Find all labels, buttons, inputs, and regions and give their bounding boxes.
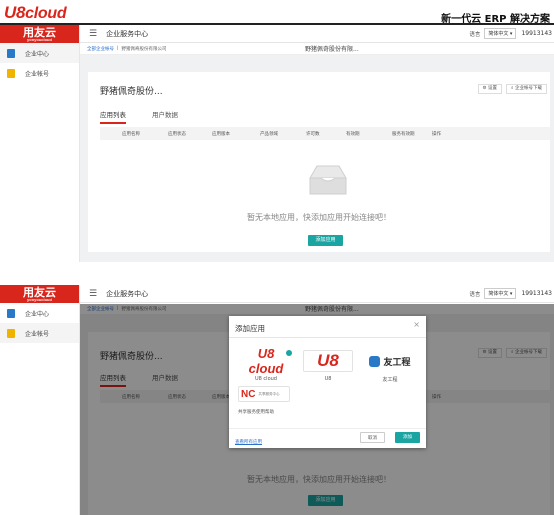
app-option-u8cloud[interactable]: U8 cloud U8 cloud (238, 346, 294, 382)
sidebar-item-enterprise-account[interactable]: 企业帐号 (0, 323, 79, 343)
check-icon (286, 350, 292, 356)
tabs: 应用列表 用户数据 (100, 109, 204, 124)
col-header: 产品领域 (260, 132, 278, 137)
add-app-dialog: 添加应用 × U8 cloud U8 cloud U8 U8 友工程 友工程 N… (229, 316, 426, 448)
top-header: ☰ 企业服务中心 语言 简体中文 ▾ 19913143 (80, 285, 554, 303)
language-label: 语言 (469, 291, 481, 298)
col-header: 应用状态 (168, 132, 186, 137)
language-label: 语言 (469, 31, 481, 38)
sidebar-item-enterprise-center[interactable]: 企业中心 (0, 43, 79, 63)
add-app-button[interactable]: 添加应用 (308, 235, 343, 246)
crumb-company: 野猪佩奇股份有限公司 (121, 46, 167, 52)
brand-logo: 用友云 yonyoucloud (0, 285, 79, 303)
tab-app-list[interactable]: 应用列表 (100, 109, 126, 124)
brand-logo: 用友云 yonyoucloud (0, 25, 79, 43)
user-id[interactable]: 19913143 (521, 290, 552, 297)
col-header: 有效期 (346, 132, 360, 137)
app-option-label: 友工程 (382, 377, 398, 383)
crumb-all-accounts[interactable]: 全部企业帐号 (87, 46, 114, 52)
app-option-label: U8 cloud (255, 376, 277, 382)
app-option-label: U8 (324, 376, 332, 382)
sidebar-item-label: 企业帐号 (25, 330, 50, 338)
close-icon[interactable]: × (413, 320, 420, 329)
settings-button[interactable]: ⚙ 设置 (477, 84, 502, 94)
sidebar: 用友云 yonyoucloud 企业中心 企业帐号 (0, 285, 80, 515)
download-label: 企业帐号下载 (515, 86, 542, 91)
sidebar-item-label: 企业帐号 (25, 70, 50, 78)
header-title: 企业服务中心 (106, 29, 149, 38)
col-header: 许可数 (306, 132, 320, 137)
crumb-center-title: 野猪佩奇股份有限... (305, 46, 359, 53)
language-select[interactable]: 简体中文 ▾ (484, 288, 517, 299)
col-header: 应用版本 (212, 132, 230, 137)
app-option-u8[interactable]: U8 U8 (302, 350, 354, 382)
enterprise-center-icon (7, 308, 15, 318)
dialog-divider (229, 337, 426, 338)
top-header: ☰ 企业服务中心 语言 简体中文 ▾ 19913143 (80, 25, 554, 43)
main-area: ☰ 企业服务中心 语言 简体中文 ▾ 19913143 全部企业帐号 | 野猪佩… (80, 25, 554, 262)
sidebar-item-label: 企业中心 (25, 310, 50, 318)
download-button[interactable]: ⌕ 企业帐号下载 (506, 84, 547, 94)
sidebar-item-label: 企业中心 (25, 50, 50, 58)
cancel-button[interactable]: 取消 (360, 432, 385, 443)
header-title: 企业服务中心 (106, 289, 149, 298)
company-card: 野猪佩奇股份... ⚙ 设置 ⌕ 企业帐号下载 应用列表 用户数据 应用名称 应… (88, 72, 550, 252)
empty-inbox-icon (309, 165, 347, 195)
empty-message: 暂无本地应用，快添加应用开始连接吧！ (247, 213, 391, 222)
company-name: 野猪佩奇股份... (100, 87, 163, 97)
enterprise-account-icon (7, 328, 15, 338)
u8cloud-logo: U8cloud (4, 3, 67, 22)
user-id[interactable]: 19913143 (521, 30, 552, 37)
app-option-yougongcheng[interactable]: 友工程 友工程 (362, 350, 418, 383)
sidebar: 用友云 yonyoucloud 企业中心 企业帐号 (0, 25, 80, 262)
app-option-nc[interactable]: NC 共享服务中心 共享服务使用帮助 (238, 386, 292, 415)
col-header: 操作 (432, 132, 441, 137)
dialog-title: 添加应用 (235, 324, 265, 333)
menu-icon[interactable]: ☰ (89, 289, 97, 299)
enterprise-account-icon (7, 68, 15, 78)
table-header: 应用名称 应用状态 应用版本 产品领域 许可数 有效期 服务有效期 操作 (100, 127, 550, 140)
sidebar-item-enterprise-center[interactable]: 企业中心 (0, 303, 79, 323)
sidebar-item-enterprise-account[interactable]: 企业帐号 (0, 63, 79, 83)
enterprise-center-icon (7, 48, 15, 58)
crumb-sep: | (117, 46, 119, 51)
breadcrumb: 全部企业帐号 | 野猪佩奇股份有限公司 野猪佩奇股份有限... (80, 43, 554, 55)
app-option-label: 共享服务使用帮助 (238, 410, 274, 415)
language-select[interactable]: 简体中文 ▾ (484, 28, 517, 39)
col-header: 应用名称 (122, 132, 140, 137)
screenshot-empty-state: 用友云 yonyoucloud 企业中心 企业帐号 ☰ 企业服务中心 语言 简体中… (0, 25, 554, 262)
col-header: 服务有效期 (392, 132, 415, 137)
settings-label: 设置 (488, 86, 497, 91)
dialog-footer-divider (229, 428, 426, 429)
tab-user-data[interactable]: 用户数据 (152, 109, 178, 124)
u8-icon: U8 (303, 350, 353, 372)
show-all-apps-link[interactable]: 查看所有应用 (235, 439, 262, 445)
confirm-add-button[interactable]: 添加 (395, 432, 420, 443)
u8cloud-icon: U8 cloud (241, 346, 292, 376)
yougongcheng-icon: 友工程 (365, 350, 415, 372)
menu-icon[interactable]: ☰ (89, 29, 97, 39)
nc-icon: NC 共享服务中心 (238, 386, 290, 402)
